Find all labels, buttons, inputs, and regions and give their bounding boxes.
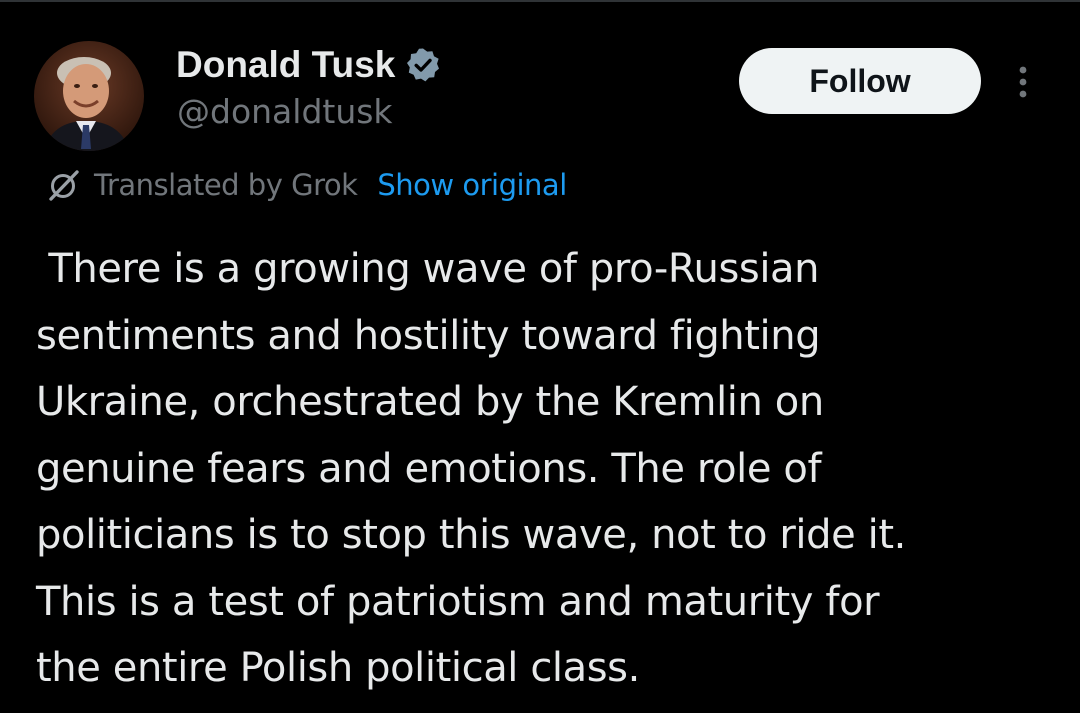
display-name[interactable]: Donald Tusk xyxy=(176,44,395,86)
author-handle[interactable]: @donaldtusk xyxy=(177,92,393,131)
avatar-photo xyxy=(34,41,144,151)
translated-by-label: Translated by Grok xyxy=(94,168,358,202)
author-name-row: Donald Tusk xyxy=(176,42,441,88)
top-divider xyxy=(0,0,1080,2)
grok-icon xyxy=(49,170,79,201)
translation-bar: Translated by Grok Show original xyxy=(46,163,567,207)
follow-button[interactable]: Follow xyxy=(739,48,981,114)
verified-badge-icon xyxy=(407,48,440,82)
avatar[interactable] xyxy=(34,41,144,151)
more-vertical-icon[interactable] xyxy=(1012,64,1034,100)
tweet-text: There is a growing wave of pro-Russian s… xyxy=(36,246,906,691)
show-original-link[interactable]: Show original xyxy=(377,168,567,202)
